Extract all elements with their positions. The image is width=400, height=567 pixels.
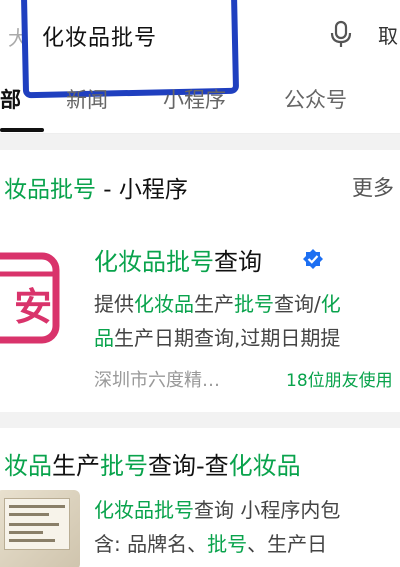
snippet-keyword: 批号: [207, 532, 248, 556]
title-keyword: 批号: [100, 452, 148, 480]
mini-program-name-keyword: 化妆品批号: [94, 248, 214, 276]
desc-text: 生产日期查询,过期日期提: [114, 326, 341, 350]
desc-text: 提供: [94, 292, 134, 316]
verified-icon: [302, 248, 324, 270]
mini-program-description-line-1: 提供化妆品生产批号查询/化: [94, 288, 341, 317]
title-text: 查询-查: [148, 452, 229, 480]
result-title[interactable]: 妆品生产批号查询-查化妆品: [4, 446, 301, 481]
title-keyword: 妆品: [4, 452, 52, 480]
friends-usage-count: 18位朋友使用: [286, 371, 393, 391]
tab-all[interactable]: 部: [0, 84, 21, 114]
tab-news[interactable]: 新闻: [66, 84, 108, 114]
title-keyword: 化妆品: [228, 452, 301, 480]
tab-active-indicator: [0, 128, 44, 132]
section-title-suffix: - 小程序: [96, 177, 188, 203]
result-snippet-line-1: 化妆品批号查询 小程序内包: [94, 494, 340, 523]
desc-text: 生产: [194, 292, 234, 316]
more-button[interactable]: 更多: [352, 172, 394, 202]
mini-program-description-line-2: 品生产日期查询,过期日期提: [94, 322, 340, 351]
snippet-text: 含: 品牌名、: [94, 532, 208, 556]
product-label-image: [4, 498, 70, 550]
tab-bar: 部 新闻 小程序 公众号: [0, 72, 400, 134]
desc-keyword: 品: [94, 326, 114, 350]
microphone-icon[interactable]: [330, 20, 352, 48]
mini-program-developer: 深圳市六度精…: [94, 370, 220, 391]
tab-official-accounts[interactable]: 公众号: [284, 84, 347, 114]
section-title: 妆品批号 - 小程序: [4, 170, 188, 204]
desc-keyword: 批号: [234, 292, 274, 316]
cancel-button[interactable]: 取: [378, 20, 398, 49]
desc-keyword: 化: [320, 292, 341, 316]
section-divider: [0, 412, 400, 428]
tab-mini-programs[interactable]: 小程序: [163, 84, 226, 114]
title-text: 生产: [52, 452, 100, 480]
desc-text: 查询/: [274, 292, 321, 316]
result-snippet-line-2: 含: 品牌名、批号、生产日: [94, 528, 327, 557]
section-title-keyword: 妆品批号: [4, 177, 96, 203]
mini-program-logo[interactable]: 安: [0, 252, 62, 344]
snippet-text: 、生产日: [247, 532, 328, 556]
mini-program-name-suffix: 查询: [214, 248, 262, 276]
mini-program-name[interactable]: 化妆品批号查询: [94, 242, 262, 277]
result-thumbnail[interactable]: [0, 490, 80, 567]
mini-program-logo-char: 安: [14, 285, 53, 329]
snippet-keyword: 化妆品批号: [94, 498, 194, 522]
snippet-text: 查询 小程序内包: [194, 498, 341, 522]
section-divider: [0, 134, 400, 150]
desc-keyword: 化妆品: [134, 292, 194, 316]
